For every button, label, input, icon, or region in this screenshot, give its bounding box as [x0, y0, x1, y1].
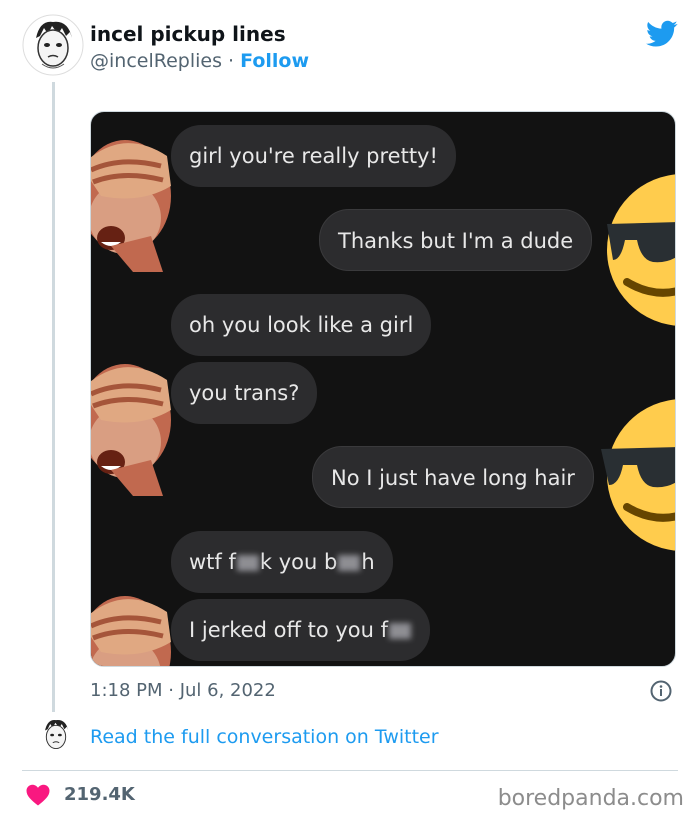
- chat-message: oh you look like a girl: [171, 294, 432, 356]
- chat-message: wtf f k you b h: [171, 531, 393, 593]
- heart-icon[interactable]: [26, 784, 50, 806]
- follow-button[interactable]: Follow: [240, 50, 309, 72]
- censor-blur: [236, 555, 259, 571]
- see-no-evil-monkey-emoji: [91, 126, 177, 276]
- see-no-evil-monkey-emoji: [91, 582, 177, 666]
- handle-row: @incelReplies · Follow: [90, 50, 309, 72]
- message-text: I jerked off to you f: [189, 618, 388, 642]
- like-count[interactable]: 219.4K: [64, 784, 135, 805]
- censor-blur: [389, 623, 411, 639]
- divider: [22, 770, 678, 771]
- display-name[interactable]: incel pickup lines: [90, 22, 286, 46]
- chat-screenshot[interactable]: girl you're really pretty! Thanks but I'…: [90, 111, 676, 667]
- twitter-bird-icon[interactable]: [646, 20, 678, 48]
- chat-message: No I just have long hair: [312, 446, 594, 508]
- message-text: h: [361, 550, 375, 574]
- info-icon[interactable]: [650, 680, 672, 702]
- chat-message: girl you're really pretty!: [171, 125, 456, 187]
- see-no-evil-monkey-emoji: [91, 350, 177, 500]
- sunglasses-face-emoji: [601, 397, 675, 557]
- thread-line: [52, 82, 55, 712]
- handle[interactable]: @incelReplies: [90, 50, 222, 72]
- chat-message: I jerked off to you f: [171, 599, 430, 661]
- message-text: k you b: [259, 550, 338, 574]
- separator: ·: [228, 50, 235, 72]
- message-text: wtf f: [189, 550, 236, 574]
- profile-avatar[interactable]: [22, 14, 84, 76]
- tweet-timestamp[interactable]: 1:18 PM · Jul 6, 2022: [90, 680, 276, 701]
- watermark: boredpanda.com: [497, 786, 684, 811]
- censor-blur: [338, 555, 361, 571]
- chat-message: Thanks but I'm a dude: [319, 209, 593, 271]
- read-conversation-link[interactable]: Read the full conversation on Twitter: [90, 726, 439, 748]
- small-avatar[interactable]: [36, 715, 76, 755]
- sunglasses-face-emoji: [607, 172, 675, 332]
- chat-message: you trans?: [171, 362, 318, 424]
